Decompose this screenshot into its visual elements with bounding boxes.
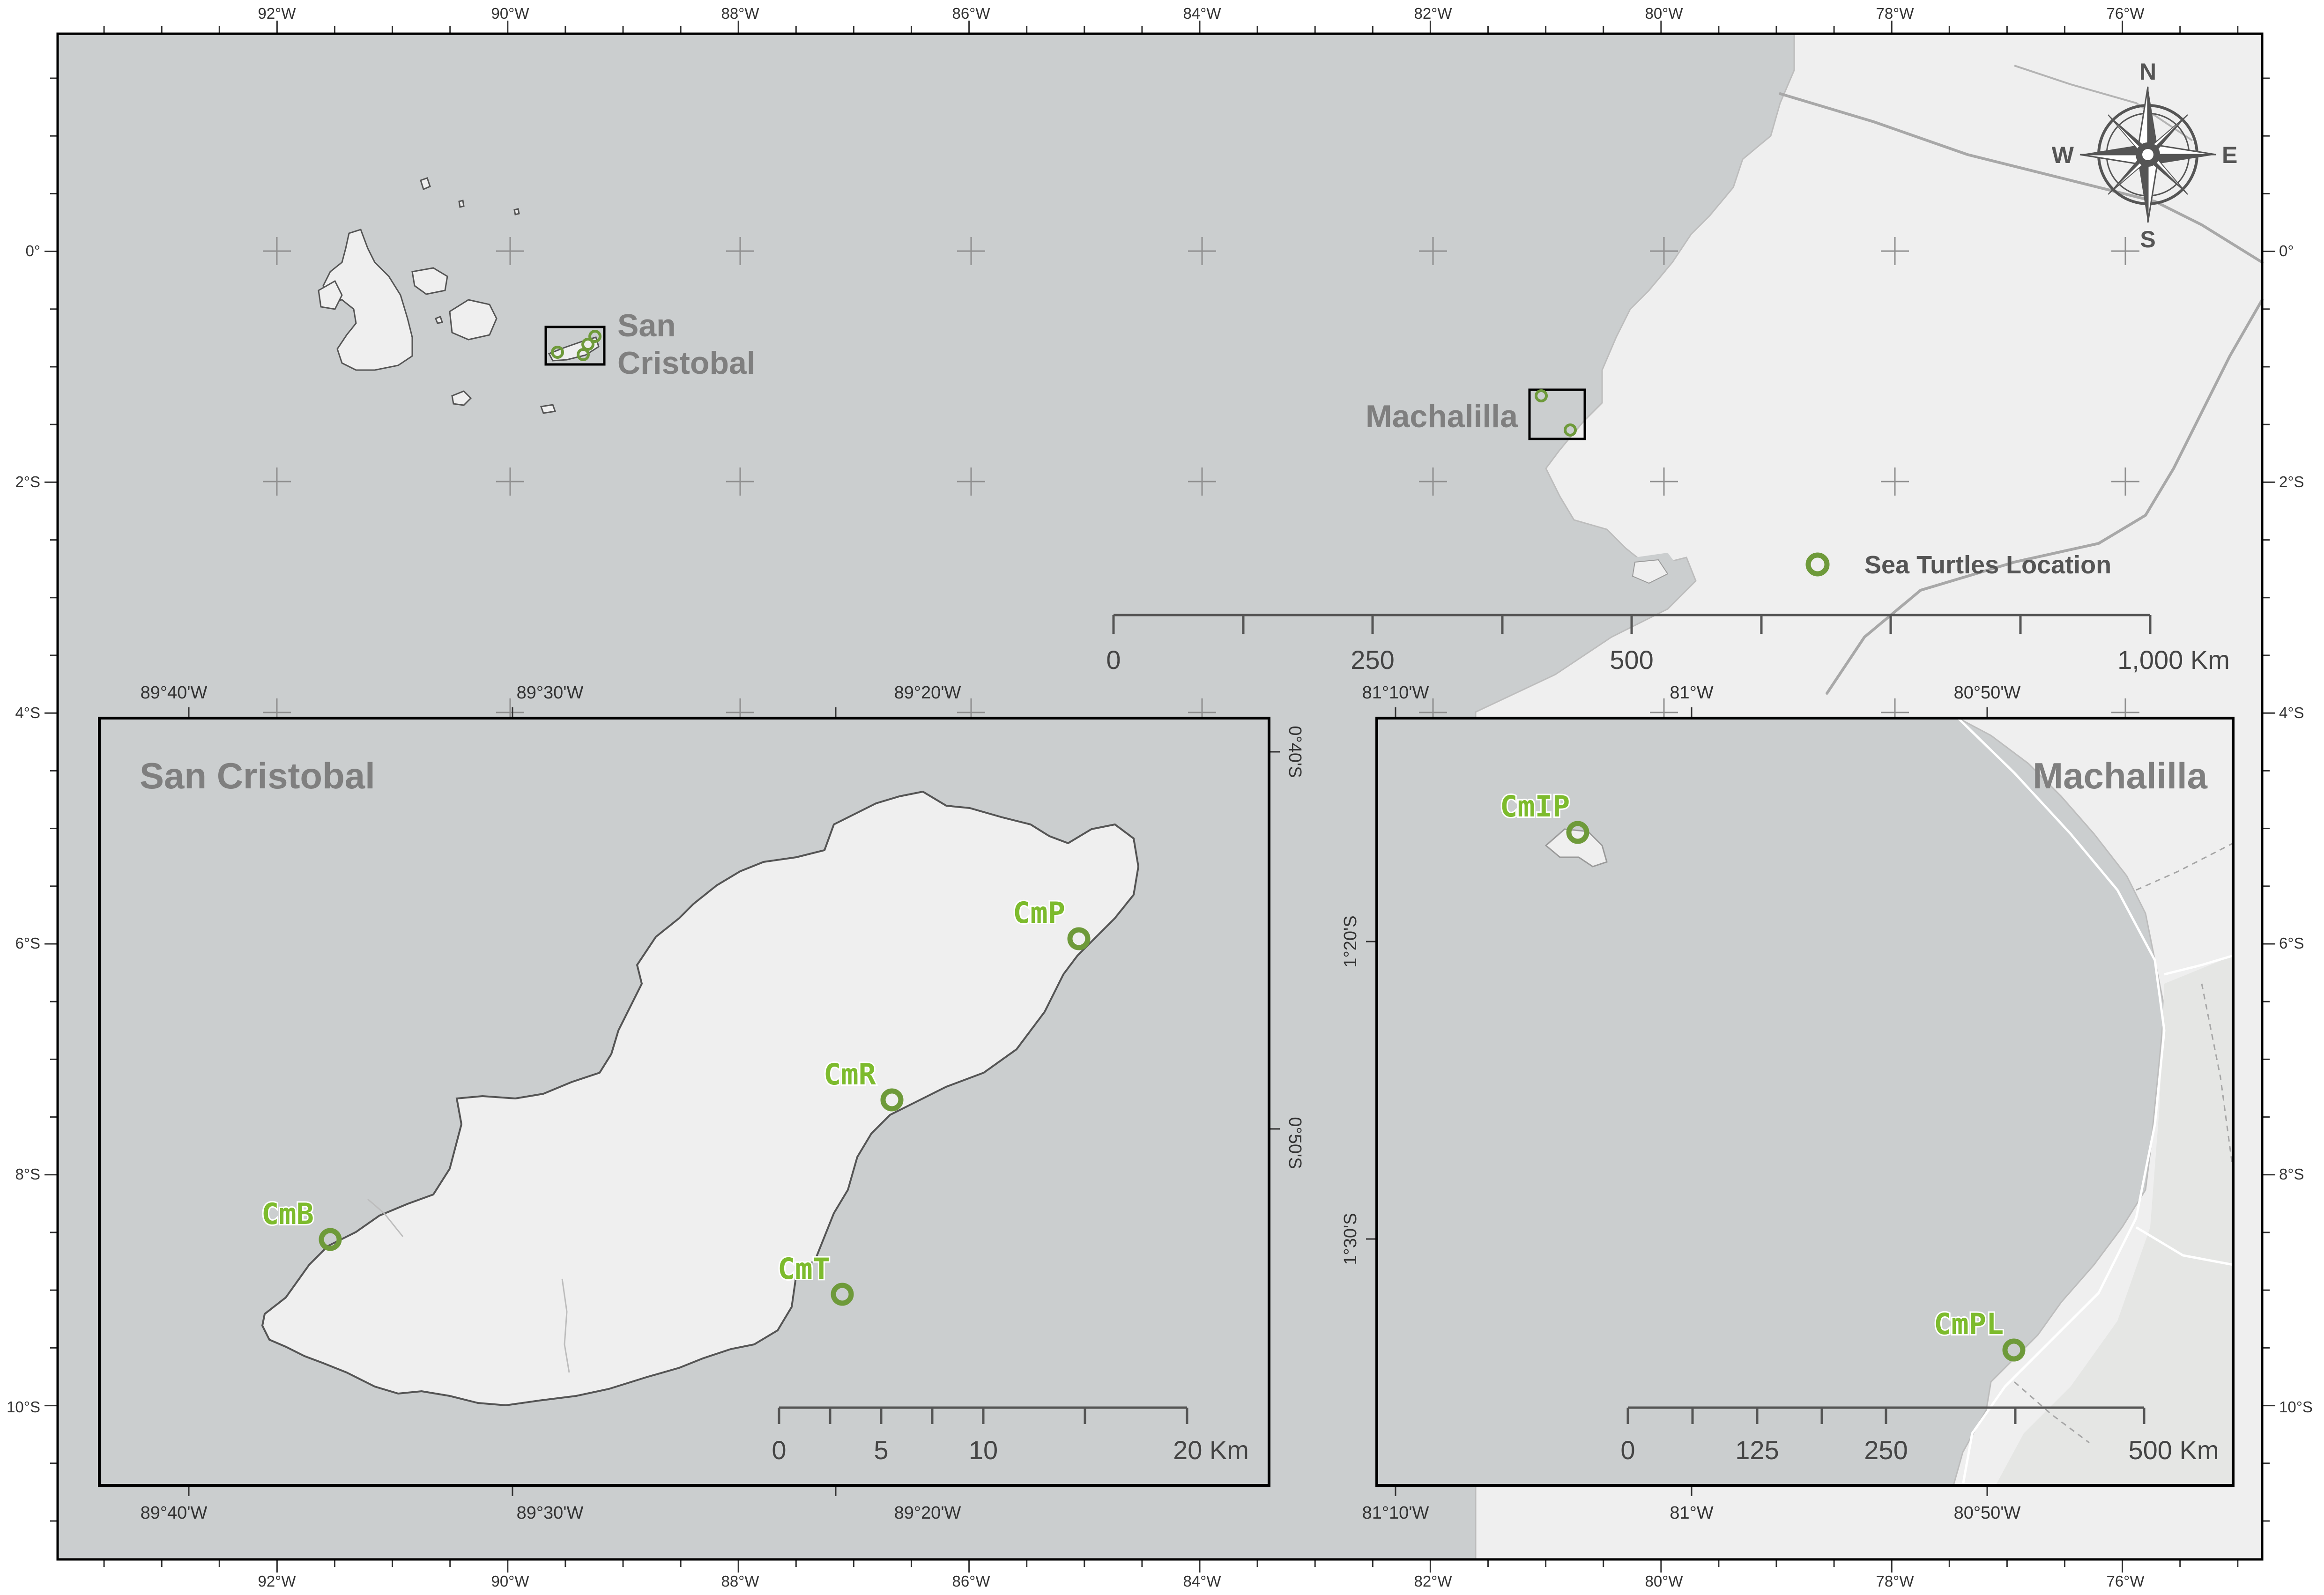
inset-mach-title: Machalilla — [2033, 755, 2207, 796]
compass-south: S — [2140, 226, 2155, 252]
site-label-cmr: CmR — [824, 1057, 876, 1091]
rabida-island — [435, 316, 443, 324]
top-lon-label: 86°W — [952, 5, 990, 22]
inset-sc-top-label: 89°20'W — [894, 683, 961, 703]
label-machalilla: Machalilla — [1366, 399, 1518, 434]
inset-machalilla: 81°10'W 81°W 80°50'W 81°10'W 81°W 80°50'… — [1341, 683, 2235, 1523]
scale-label: 0 — [1106, 645, 1121, 675]
inset-mach-top-label: 81°10'W — [1362, 683, 1429, 703]
pinta-island — [458, 200, 465, 208]
legend-label: Sea Turtles Location — [1864, 551, 2111, 579]
bottom-lon-label: 80°W — [1645, 1573, 1683, 1590]
inset-sc-scale-label: 0 — [772, 1435, 786, 1465]
top-lon-label: 88°W — [721, 5, 759, 22]
bottom-lon-label: 76°W — [2106, 1573, 2145, 1590]
compass-east: E — [2222, 142, 2237, 168]
right-lat-label: 4°S — [2279, 704, 2304, 721]
inset-mach-scale-label: 500 Km — [2129, 1435, 2219, 1465]
espanola-island — [540, 404, 557, 414]
inset-sc-bottom-label: 89°30'W — [517, 1503, 584, 1523]
scale-label: 1,000 Km — [2117, 645, 2230, 675]
left-lat-label: 6°S — [15, 935, 40, 952]
top-lon-labels: 92°W 90°W 88°W 86°W 84°W 82°W 80°W 78°W … — [258, 5, 2145, 22]
bottom-lon-labels: 92°W 90°W 88°W 86°W 84°W 82°W 80°W 78°W … — [258, 1573, 2145, 1590]
genovesa-island — [513, 208, 520, 215]
inset-mach-bottom-label: 81°W — [1670, 1503, 1713, 1523]
right-lat-label: 10°S — [2279, 1398, 2313, 1416]
top-lon-label: 78°W — [1876, 5, 1914, 22]
inset-mach-left-label: 1°30'S — [1341, 1213, 1360, 1265]
right-lat-label: 0° — [2279, 242, 2294, 260]
left-lat-label: 0° — [25, 242, 40, 260]
left-lat-label: 10°S — [7, 1398, 40, 1416]
left-lat-labels: 0° 2°S 4°S 6°S 8°S 10°S — [7, 242, 40, 1416]
site-label-cmb: CmB — [261, 1197, 314, 1231]
compass-north: N — [2139, 59, 2156, 85]
inset-mach-top-label: 81°W — [1670, 683, 1713, 703]
bottom-lon-label: 78°W — [1876, 1573, 1914, 1590]
bottom-lon-label: 82°W — [1414, 1573, 1452, 1590]
inset-sc-title: San Cristobal — [140, 755, 375, 796]
top-lon-label: 92°W — [258, 5, 296, 22]
site-label-cmpl: CmPL — [1934, 1307, 2004, 1341]
inset-mach-bottom-label: 81°10'W — [1362, 1503, 1429, 1523]
label-san-cristobal-line2: Cristobal — [617, 345, 756, 381]
inset-sc-scale-label: 5 — [874, 1435, 888, 1465]
inset-sc-bottom-label: 89°40'W — [141, 1503, 208, 1523]
inset-mach-left-label: 1°20'S — [1341, 915, 1360, 967]
scale-label: 250 — [1351, 645, 1394, 675]
compass-west: W — [2052, 142, 2074, 168]
scale-label: 500 — [1610, 645, 1653, 675]
right-lat-label: 6°S — [2279, 935, 2304, 952]
top-lon-label: 90°W — [491, 5, 529, 22]
right-lat-label: 2°S — [2279, 473, 2304, 490]
inset-san-cristobal: 89°40'W 89°30'W 89°20'W 89°40'W 89°30'W … — [98, 683, 1305, 1523]
site-label-cmt: CmT — [778, 1252, 830, 1286]
right-lat-labels: 0° 2°S 4°S 6°S 8°S 10°S — [2279, 242, 2313, 1416]
site-label-cmip: CmIP — [1500, 789, 1570, 823]
top-lon-label: 80°W — [1645, 5, 1683, 22]
inset-sc-top-label: 89°30'W — [517, 683, 584, 703]
inset-sc-top-label: 89°40'W — [141, 683, 208, 703]
left-lat-label: 4°S — [15, 704, 40, 721]
inset-sc-bottom-label: 89°20'W — [894, 1503, 961, 1523]
bottom-lon-label: 88°W — [721, 1573, 759, 1590]
inset-mach-scale-label: 125 — [1735, 1435, 1779, 1465]
inset-sc-right-label: 0°40'S — [1285, 726, 1305, 778]
inset-mach-scale-label: 250 — [1864, 1435, 1908, 1465]
left-lat-label: 8°S — [15, 1165, 40, 1183]
top-lon-label: 82°W — [1414, 5, 1452, 22]
inset-sc-scale-label: 20 Km — [1173, 1435, 1249, 1465]
site-label-cmp: CmP — [1013, 896, 1065, 930]
bottom-lon-label: 86°W — [952, 1573, 990, 1590]
inset-mach-bottom-label: 80°50'W — [1954, 1503, 2021, 1523]
inset-sc-right-label: 0°50'S — [1285, 1117, 1305, 1169]
inset-mach-scale-label: 0 — [1620, 1435, 1635, 1465]
bottom-lon-label: 90°W — [491, 1573, 529, 1590]
top-lon-label: 76°W — [2106, 5, 2145, 22]
right-lat-label: 8°S — [2279, 1165, 2304, 1183]
inset-mach-top-label: 80°50'W — [1954, 683, 2021, 703]
left-lat-label: 2°S — [15, 473, 40, 490]
bottom-lon-label: 84°W — [1183, 1573, 1221, 1590]
label-san-cristobal-line1: San — [617, 308, 676, 343]
inset-sc-scale-label: 10 — [969, 1435, 998, 1465]
map-figure: 92°W 90°W 88°W 86°W 84°W 82°W 80°W 78°W … — [7, 5, 2313, 1590]
top-lon-label: 84°W — [1183, 5, 1221, 22]
bottom-lon-label: 92°W — [258, 1573, 296, 1590]
